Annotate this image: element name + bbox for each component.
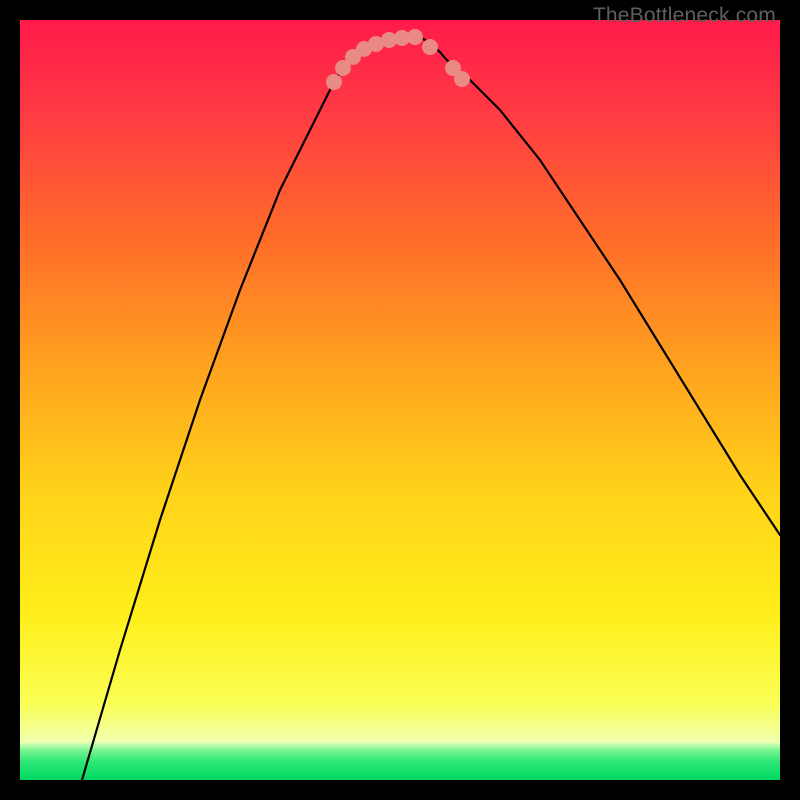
chart-svg xyxy=(20,20,780,780)
gradient-background xyxy=(20,20,780,780)
chart-frame: TheBottleneck.com xyxy=(0,0,800,800)
marker-dot xyxy=(454,71,470,87)
marker-dot xyxy=(407,29,423,45)
marker-dot xyxy=(326,74,342,90)
watermark-text: TheBottleneck.com xyxy=(593,4,776,28)
plot-area xyxy=(20,20,780,780)
marker-dot xyxy=(422,39,438,55)
